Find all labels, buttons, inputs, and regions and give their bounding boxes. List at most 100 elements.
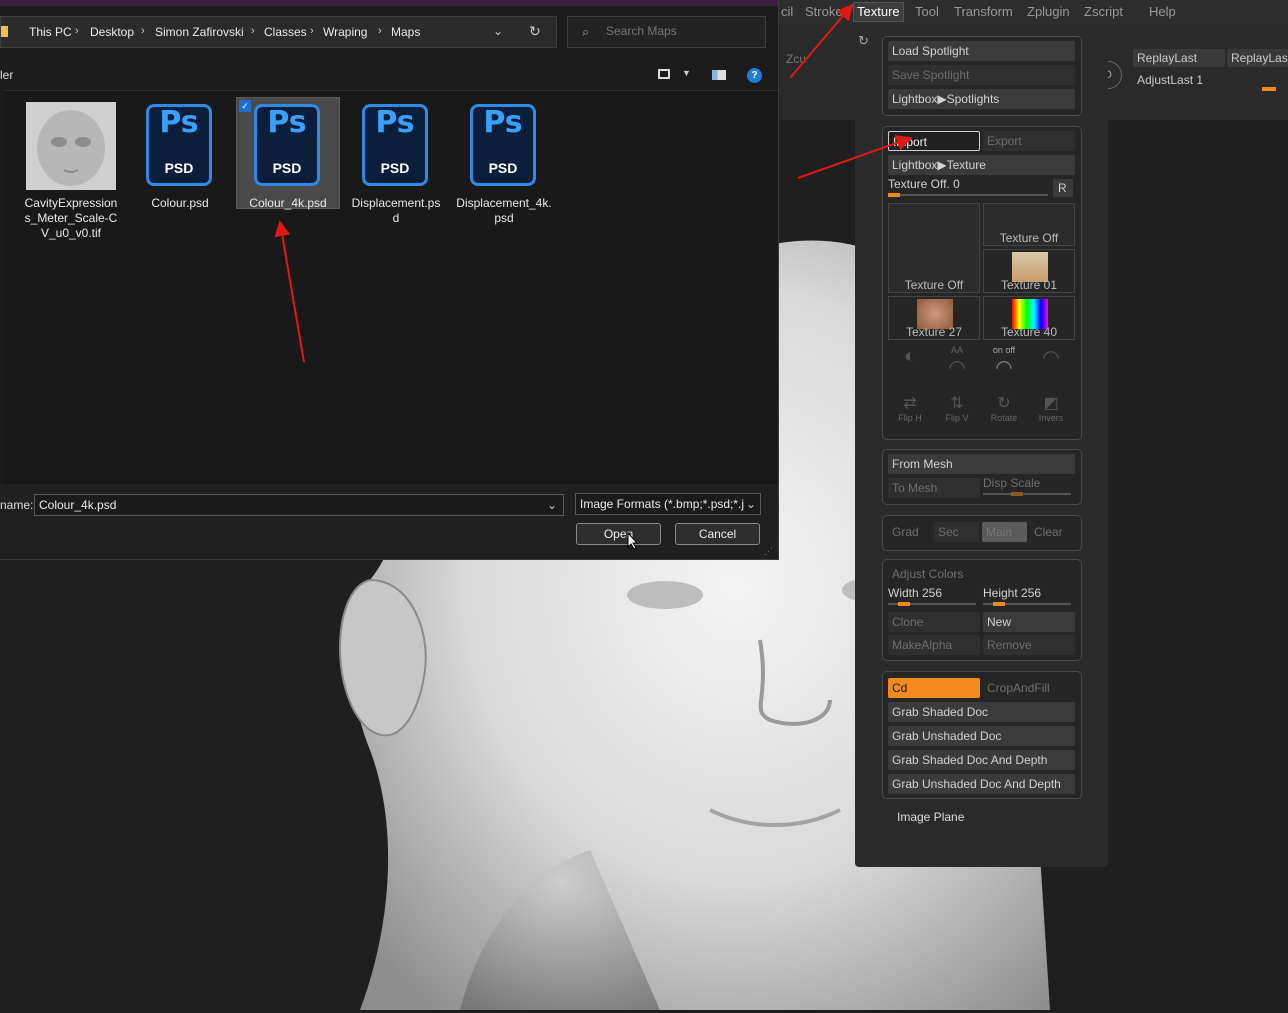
filename-input[interactable]: Colour_4k.psd ⌄ (34, 494, 564, 516)
psd-file-icon: Ps PSD (144, 102, 216, 190)
save-spotlight-button[interactable]: Save Spotlight (888, 65, 1075, 85)
texture-thumb-current[interactable]: Texture Off (888, 203, 980, 293)
psd-file-icon: Ps PSD (252, 102, 324, 190)
rotate-icon[interactable]: ↻ Rotate (982, 393, 1026, 435)
file-item-cavity[interactable]: CavityExpression s_Meter_Scale-C V_u0_v0… (20, 98, 122, 241)
r-button[interactable]: R (1053, 179, 1073, 197)
grab-shaded-doc-depth-button[interactable]: Grab Shaded Doc And Depth (888, 750, 1075, 770)
folder-icon (1, 26, 8, 37)
refresh-icon[interactable]: ↻ (529, 23, 541, 40)
file-item-colour[interactable]: Ps PSD Colour.psd (129, 98, 231, 211)
adjust-colors-button[interactable]: Adjust Colors (888, 564, 1075, 584)
breadcrumb-desktop[interactable]: Desktop (90, 25, 134, 39)
file-item-displacement-4k[interactable]: Ps PSD Displacement_4k. psd (453, 98, 555, 226)
grad-button[interactable]: Grad (888, 522, 930, 542)
search-box[interactable]: ⌕ (567, 16, 766, 48)
resize-grip-icon[interactable]: ⋰ (764, 546, 773, 557)
address-bar[interactable]: This PC › Desktop › Simon Zafirovski › C… (0, 16, 557, 48)
menu-transform[interactable]: Transform (951, 3, 1016, 21)
replay-last-2-button[interactable]: ReplayLast (1227, 49, 1288, 67)
import-button[interactable]: Import (888, 131, 980, 151)
image-thumbnail-icon (26, 102, 116, 190)
command-bar: ler ▼ ? (0, 60, 778, 90)
on-off-icon[interactable]: on off ◠ (982, 345, 1026, 387)
file-item-colour-4k[interactable]: ✓ Ps PSD Colour_4k.psd (236, 97, 340, 210)
spotlight-group: Load Spotlight Save Spotlight Lightbox▶S… (882, 36, 1082, 116)
sec-button[interactable]: Sec (934, 522, 979, 542)
texture-thumb-01[interactable]: Texture 01 (983, 249, 1075, 293)
view-mode-icon[interactable] (658, 69, 670, 79)
adjust-last-knob[interactable] (1262, 87, 1276, 91)
chevron-right-icon: › (75, 25, 79, 37)
clone-button[interactable]: Clone (888, 612, 980, 632)
texture-thumb-40[interactable]: Texture 40 (983, 296, 1075, 340)
view-dropdown-icon[interactable]: ▼ (682, 68, 691, 78)
preview-pane-icon[interactable] (712, 70, 726, 80)
chevron-down-icon[interactable]: ⌄ (493, 24, 503, 38)
from-mesh-button[interactable]: From Mesh (888, 454, 1075, 474)
dialog-footer: name: Colour_4k.psd ⌄ Image Formats (*.b… (0, 484, 778, 559)
mesh-group: From Mesh To Mesh Disp Scale (882, 449, 1082, 505)
chevron-down-icon[interactable]: ⌄ (547, 495, 557, 515)
menu-texture[interactable]: Texture (853, 2, 904, 22)
menu-zscript[interactable]: Zscript (1081, 3, 1126, 21)
file-item-displacement[interactable]: Ps PSD Displacement.ps d (345, 98, 447, 226)
cd-button[interactable]: Cd (888, 678, 980, 698)
menu-stencil[interactable]: cil (778, 3, 796, 21)
texture-palette: ↻ Load Spotlight Save Spotlight Lightbox… (855, 24, 1108, 867)
open-button[interactable]: Open (576, 523, 661, 545)
chevron-down-icon[interactable]: ⌄ (743, 494, 756, 514)
mouse-cursor-icon (627, 531, 639, 553)
antialias-icon[interactable]: AA ◠ (935, 345, 979, 387)
disp-scale-slider[interactable]: Disp Scale (983, 476, 1071, 496)
cancel-button[interactable]: Cancel (675, 523, 760, 545)
grab-unshaded-doc-button[interactable]: Grab Unshaded Doc (888, 726, 1075, 746)
breadcrumb-maps[interactable]: Maps (391, 25, 420, 39)
menu-help[interactable]: Help (1146, 3, 1179, 21)
help-icon[interactable]: ? (747, 68, 762, 83)
remove-button[interactable]: Remove (983, 635, 1075, 655)
filetype-select[interactable]: Image Formats (*.bmp;*.psd;*.j ⌄ (575, 493, 761, 515)
gauge-icon[interactable]: ◠ (1029, 345, 1073, 387)
menu-zplugin[interactable]: Zplugin (1024, 3, 1073, 21)
open-file-dialog: This PC › Desktop › Simon Zafirovski › C… (0, 0, 779, 560)
texture-off-slider[interactable]: Texture Off. 0 (888, 177, 1048, 197)
search-input[interactable] (604, 23, 758, 39)
export-button[interactable]: Export (983, 131, 1075, 151)
texture-thumb-27[interactable]: Texture 27 (888, 296, 980, 340)
breadcrumb-wraping[interactable]: Wraping (323, 25, 367, 39)
height-slider[interactable]: Height 256 (983, 586, 1071, 606)
make-alpha-button[interactable]: MakeAlpha (888, 635, 980, 655)
breadcrumb-this-pc[interactable]: This PC (29, 25, 72, 39)
invert-icon[interactable]: ◩ Invers (1029, 393, 1073, 435)
breadcrumb-user[interactable]: Simon Zafirovski (155, 25, 244, 39)
refresh-icon[interactable]: ↻ (858, 33, 869, 49)
brightness-icon[interactable]: ◐ (888, 345, 932, 387)
new-button[interactable]: New (983, 612, 1075, 632)
menu-tool[interactable]: Tool (912, 3, 942, 21)
checkbox-checked-icon[interactable]: ✓ (239, 100, 251, 112)
zbrush-menubar: cil Stroke Texture Tool Transform Zplugi… (778, 0, 1288, 24)
replay-last-button[interactable]: ReplayLast (1133, 49, 1225, 67)
clear-button[interactable]: Clear (1030, 522, 1075, 542)
breadcrumb-classes[interactable]: Classes (264, 25, 307, 39)
crop-and-fill-button[interactable]: CropAndFill (983, 678, 1075, 698)
flip-h-icon[interactable]: ⇄ Flip H (888, 393, 932, 435)
to-mesh-button[interactable]: To Mesh (888, 478, 980, 498)
flip-v-icon[interactable]: ⇅ Flip V (935, 393, 979, 435)
zcut-button[interactable]: Zcu (782, 50, 826, 68)
menu-stroke[interactable]: Stroke (802, 3, 846, 21)
search-icon: ⌕ (582, 24, 590, 39)
grab-unshaded-doc-depth-button[interactable]: Grab Unshaded Doc And Depth (888, 774, 1075, 794)
lightbox-texture-button[interactable]: Lightbox▶Texture (888, 155, 1075, 175)
new-folder-label[interactable]: ler (0, 68, 13, 82)
grab-doc-group: Cd CropAndFill Grab Shaded Doc Grab Unsh… (882, 671, 1082, 799)
chevron-right-icon: › (310, 25, 314, 37)
load-spotlight-button[interactable]: Load Spotlight (888, 41, 1075, 61)
texture-thumb-off[interactable]: Texture Off (983, 203, 1075, 246)
grab-shaded-doc-button[interactable]: Grab Shaded Doc (888, 702, 1075, 722)
main-button[interactable]: Main (982, 522, 1027, 542)
image-plane-subpalette[interactable]: Image Plane (897, 810, 964, 824)
width-slider[interactable]: Width 256 (888, 586, 976, 606)
lightbox-spotlights-button[interactable]: Lightbox▶Spotlights (888, 89, 1075, 109)
